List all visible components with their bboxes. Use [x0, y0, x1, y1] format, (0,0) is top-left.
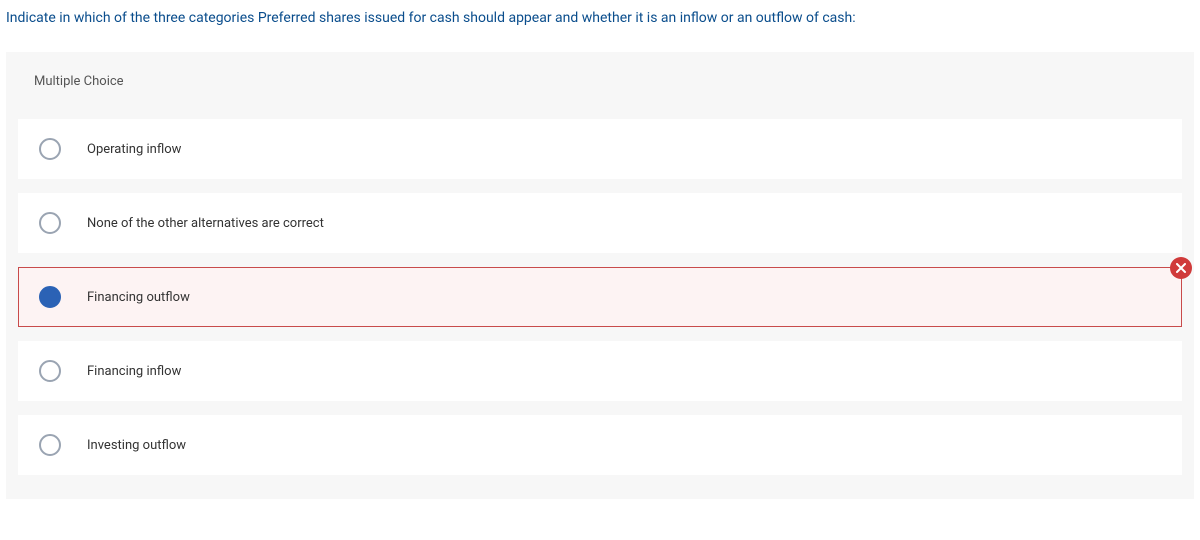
question-prompt: Indicate in which of the three categorie…	[0, 0, 1200, 38]
option-label: Financing inflow	[87, 364, 181, 379]
option-financing-inflow[interactable]: Financing inflow	[18, 341, 1182, 401]
option-investing-outflow[interactable]: Investing outflow	[18, 415, 1182, 475]
radio-icon	[39, 212, 61, 234]
option-label: Financing outflow	[87, 290, 190, 305]
option-operating-inflow[interactable]: Operating inflow	[18, 119, 1182, 179]
radio-icon	[39, 286, 61, 308]
option-none-correct[interactable]: None of the other alternatives are corre…	[18, 193, 1182, 253]
option-financing-outflow[interactable]: Financing outflow	[18, 267, 1182, 327]
radio-icon	[39, 138, 61, 160]
options-list: Operating inflow None of the other alter…	[18, 111, 1182, 475]
radio-icon	[39, 360, 61, 382]
radio-icon	[39, 434, 61, 456]
option-label: Investing outflow	[87, 438, 186, 453]
option-label: Operating inflow	[87, 142, 181, 157]
incorrect-icon	[1170, 257, 1192, 279]
option-label: None of the other alternatives are corre…	[87, 216, 324, 231]
quiz-type-label: Multiple Choice	[18, 52, 1182, 111]
quiz-container: Multiple Choice Operating inflow None of…	[6, 52, 1194, 499]
